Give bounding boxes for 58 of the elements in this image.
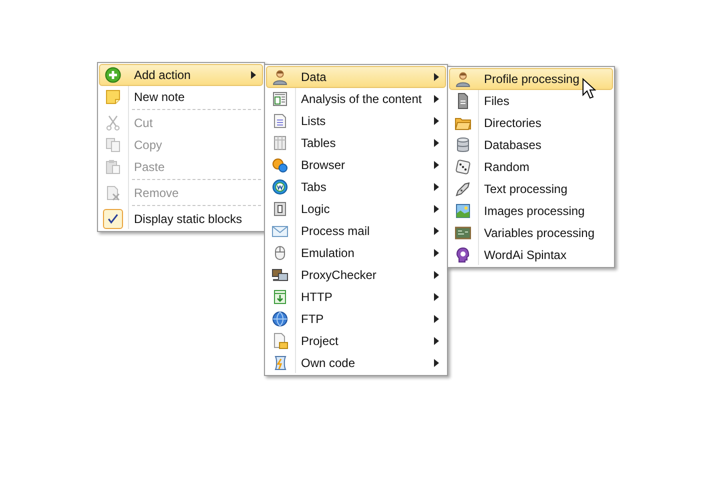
- note-icon: [105, 89, 121, 105]
- user-icon: [272, 69, 288, 85]
- copy-icon: [105, 137, 121, 153]
- list-icon: [272, 113, 288, 129]
- menu-item[interactable]: Browser: [266, 154, 446, 176]
- mouse-icon: [272, 245, 288, 261]
- image-icon: [455, 203, 471, 219]
- menu-item[interactable]: Databases: [449, 134, 613, 156]
- checkbox[interactable]: [103, 209, 123, 229]
- table-icon: [272, 135, 288, 151]
- user-icon: [455, 71, 471, 87]
- scissors-icon: [105, 115, 121, 131]
- menu-item[interactable]: Random: [449, 156, 613, 178]
- menu-item[interactable]: Own code: [266, 352, 446, 374]
- head-icon: [455, 247, 471, 263]
- menu-item[interactable]: Profile processing: [449, 68, 613, 90]
- script-icon: [272, 355, 288, 371]
- menu-item[interactable]: Display static blocks: [99, 208, 263, 230]
- menu-item[interactable]: Text processing: [449, 178, 613, 200]
- menu-item[interactable]: FTP: [266, 308, 446, 330]
- mouse-pointer-icon: [582, 78, 596, 99]
- pen-nib-icon: [455, 181, 471, 197]
- menu-item[interactable]: Directories: [449, 112, 613, 134]
- document-delete-icon: [105, 185, 121, 201]
- computers-icon: [272, 267, 288, 283]
- menu-item[interactable]: Analysis of the content: [266, 88, 446, 110]
- menu-item[interactable]: ProxyChecker: [266, 264, 446, 286]
- database-icon: [455, 137, 471, 153]
- envelope-icon: [272, 223, 288, 239]
- menu-item[interactable]: WordAi Spintax: [449, 244, 613, 266]
- menu-item[interactable]: Tables: [266, 132, 446, 154]
- globe-icon: [272, 179, 288, 195]
- document-folder-icon: [272, 333, 288, 349]
- menu-item[interactable]: Files: [449, 90, 613, 112]
- check-icon: [106, 212, 120, 226]
- clipboard-icon: [105, 159, 121, 175]
- menu-item[interactable]: Lists: [266, 110, 446, 132]
- download-icon: [272, 289, 288, 305]
- folder-icon: [455, 115, 471, 131]
- menu-item[interactable]: Data: [266, 66, 446, 88]
- menu-item[interactable]: Project: [266, 330, 446, 352]
- document-icon: [272, 91, 288, 107]
- dice-icon: [455, 159, 471, 175]
- menu-item[interactable]: Process mail: [266, 220, 446, 242]
- switch-icon: [272, 201, 288, 217]
- chalkboard-icon: [455, 225, 471, 241]
- menu-item[interactable]: Add action: [99, 64, 263, 86]
- menu-item[interactable]: Emulation: [266, 242, 446, 264]
- menu-item[interactable]: Tabs: [266, 176, 446, 198]
- menu-item[interactable]: Images processing: [449, 200, 613, 222]
- menu-item[interactable]: Logic: [266, 198, 446, 220]
- browser-icon: [272, 157, 288, 173]
- file-icon: [455, 93, 471, 109]
- menu-item[interactable]: HTTP: [266, 286, 446, 308]
- plus-icon: [105, 67, 121, 83]
- menu-item[interactable]: Variables processing: [449, 222, 613, 244]
- globe-icon: [272, 311, 288, 327]
- menu-item[interactable]: New note: [99, 86, 263, 108]
